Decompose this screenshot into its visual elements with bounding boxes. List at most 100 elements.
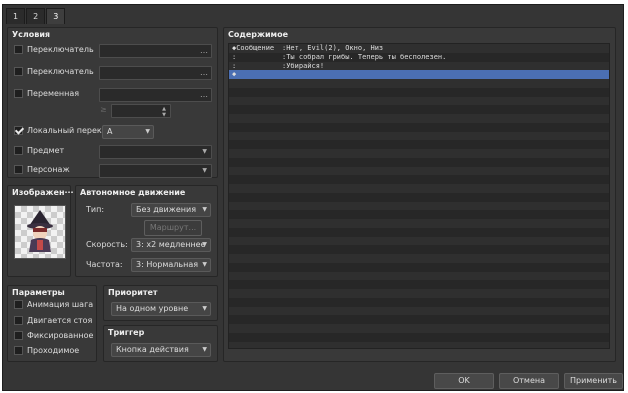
- character-sprite[interactable]: [14, 205, 66, 259]
- command-row-empty[interactable]: [229, 210, 609, 219]
- self-switch-checkbox[interactable]: [14, 126, 23, 135]
- apply-button[interactable]: Применить: [564, 373, 623, 389]
- move-type-value: Без движения: [136, 205, 197, 214]
- move-freq-select[interactable]: 3: Нормальная ▼: [131, 258, 211, 272]
- trigger-select[interactable]: Кнопка действия ▼: [111, 343, 211, 357]
- switch2-label: Переключатель: [27, 67, 94, 76]
- command-row-empty[interactable]: [229, 245, 609, 254]
- command-row-empty[interactable]: [229, 157, 609, 167]
- command-row-empty[interactable]: [229, 122, 609, 132]
- chevron-down-icon: ▼: [202, 261, 207, 268]
- command-row-empty[interactable]: [229, 131, 609, 141]
- switch2-field[interactable]: …: [99, 66, 212, 80]
- direction-fix-checkbox[interactable]: [14, 331, 23, 340]
- tab-page-1[interactable]: 1: [6, 8, 26, 24]
- variable-field[interactable]: …: [99, 88, 212, 102]
- self-switch-row: Локальный перек: [14, 126, 102, 135]
- command-row-empty[interactable]: [229, 166, 609, 176]
- switch1-checkbox[interactable]: [14, 45, 23, 54]
- image-title: Изображен···: [12, 188, 74, 197]
- options-panel: Параметры Анимация шага Двигается стоя Ф…: [7, 285, 97, 362]
- movement-title: Автономное движение: [80, 188, 186, 197]
- walking-anim-row: Анимация шага: [14, 300, 93, 309]
- command-row-empty[interactable]: [229, 280, 609, 289]
- tab-page-3[interactable]: 3: [46, 8, 66, 24]
- command-row-empty[interactable]: [229, 254, 609, 263]
- switch1-row: Переключатель: [14, 45, 94, 54]
- options-title: Параметры: [12, 288, 65, 297]
- command-row-empty[interactable]: [229, 87, 609, 97]
- command-row-empty[interactable]: [229, 262, 609, 272]
- stepping-anim-checkbox[interactable]: [14, 316, 23, 325]
- command-row-empty[interactable]: [229, 306, 609, 316]
- walking-anim-checkbox[interactable]: [14, 300, 23, 309]
- command-row[interactable]: : :Убирайся!: [229, 61, 609, 71]
- command-row-empty[interactable]: [229, 79, 609, 88]
- switch2-checkbox[interactable]: [14, 67, 23, 76]
- command-row-empty[interactable]: [229, 332, 609, 342]
- move-type-select[interactable]: Без движения ▼: [131, 203, 211, 217]
- variable-value-stepper[interactable]: ▲ ▼: [111, 104, 171, 118]
- command-row-empty[interactable]: [229, 297, 609, 307]
- conditions-title: Условия: [12, 30, 51, 39]
- trigger-title: Триггер: [108, 328, 145, 337]
- ok-button[interactable]: OK: [434, 373, 494, 389]
- move-freq-value: 3: Нормальная: [136, 260, 199, 269]
- command-row-empty[interactable]: [229, 227, 609, 237]
- direction-fix-label: Фиксированное: [27, 331, 94, 340]
- command-row-prefix: :: [232, 61, 237, 70]
- through-checkbox[interactable]: [14, 346, 23, 355]
- cancel-button[interactable]: Отмена: [499, 373, 559, 389]
- switch2-row: Переключатель: [14, 67, 94, 76]
- command-row-empty[interactable]: [229, 324, 609, 333]
- variable-row: Переменная: [14, 89, 79, 98]
- command-row-empty[interactable]: [229, 96, 609, 106]
- item-checkbox[interactable]: [14, 146, 23, 155]
- variable-compare-sign: ≥: [100, 105, 107, 114]
- move-route-button[interactable]: Маршрут...: [144, 220, 202, 236]
- command-row-empty[interactable]: [229, 114, 609, 123]
- command-row-empty[interactable]: [229, 219, 609, 228]
- command-row[interactable]: ::Ты собрал грибы. Теперь ты бесполезен.: [229, 52, 609, 62]
- priority-title: Приоритет: [108, 288, 158, 297]
- self-switch-label: Локальный перек: [27, 126, 102, 135]
- item-label: Предмет: [27, 146, 65, 155]
- command-row-empty[interactable]: [229, 201, 609, 211]
- command-row-empty[interactable]: [229, 289, 609, 298]
- move-speed-label: Скорость:: [86, 240, 128, 249]
- command-row[interactable]: ◆: [229, 70, 609, 79]
- command-row-empty[interactable]: [229, 341, 609, 348]
- command-row-empty[interactable]: [229, 140, 609, 149]
- actor-checkbox[interactable]: [14, 165, 23, 174]
- move-speed-value: 3: x2 медленнее: [136, 240, 206, 249]
- command-row-empty[interactable]: [229, 236, 609, 246]
- command-row-text: :Убирайся!: [282, 61, 325, 70]
- item-select[interactable]: ▼: [99, 145, 212, 159]
- command-row-empty[interactable]: [229, 175, 609, 184]
- tab-page-2[interactable]: 2: [26, 8, 46, 24]
- actor-select[interactable]: ▼: [99, 164, 212, 178]
- contents-title: Содержимое: [228, 30, 289, 39]
- command-row-empty[interactable]: [229, 184, 609, 193]
- move-type-label: Тип:: [86, 205, 105, 214]
- command-row-empty[interactable]: [229, 149, 609, 158]
- actor-row: Персонаж: [14, 165, 70, 174]
- variable-checkbox[interactable]: [14, 89, 23, 98]
- command-list[interactable]: ◆Сообщение:Нет, Evil(2), Окно, Низ::Ты с…: [228, 43, 610, 349]
- variable-label: Переменная: [27, 89, 80, 98]
- command-row[interactable]: ◆Сообщение:Нет, Evil(2), Окно, Низ: [229, 44, 609, 53]
- command-row-empty[interactable]: [229, 315, 609, 324]
- command-row-empty[interactable]: [229, 192, 609, 202]
- contents-panel: Содержимое ◆Сообщение:Нет, Evil(2), Окно…: [223, 27, 616, 362]
- walking-anim-label: Анимация шага: [27, 300, 94, 309]
- priority-select[interactable]: На одном уровне ▼: [111, 302, 211, 316]
- trigger-value: Кнопка действия: [116, 345, 189, 354]
- switch1-label: Переключатель: [27, 45, 94, 54]
- priority-panel: Приоритет На одном уровне ▼: [103, 285, 218, 321]
- command-row-empty[interactable]: [229, 105, 609, 114]
- move-speed-select[interactable]: 3: x2 медленнее ▼: [131, 238, 211, 252]
- switch1-field[interactable]: …: [99, 44, 212, 58]
- chevron-down-icon: ▼: [202, 346, 207, 353]
- self-switch-select[interactable]: A ▼: [102, 125, 154, 139]
- command-row-empty[interactable]: [229, 271, 609, 281]
